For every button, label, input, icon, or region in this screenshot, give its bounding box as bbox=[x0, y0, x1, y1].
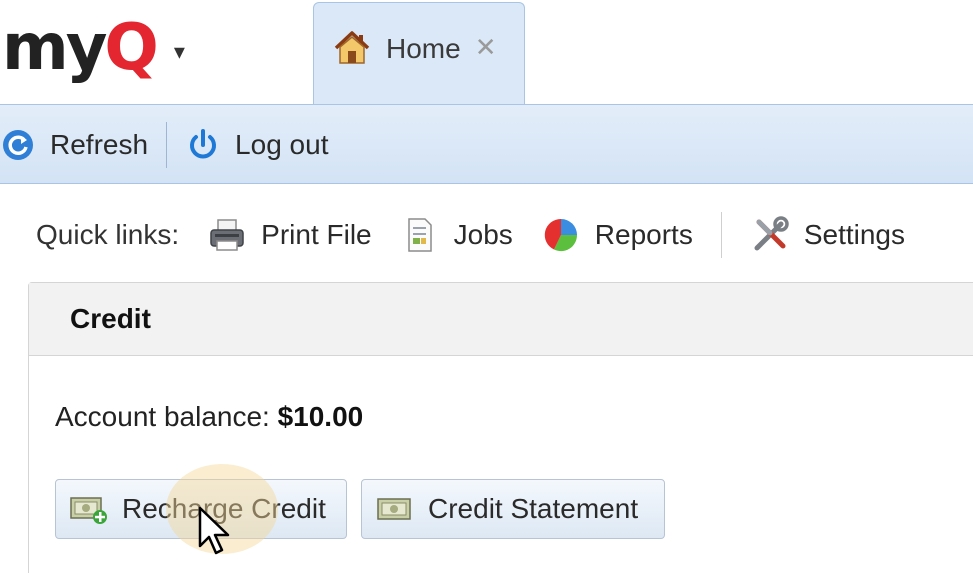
money-icon bbox=[377, 498, 411, 520]
credit-statement-button[interactable]: Credit Statement bbox=[361, 479, 665, 539]
document-icon bbox=[407, 218, 432, 252]
refresh-button[interactable]: Refresh bbox=[0, 123, 148, 167]
money-add-icon bbox=[70, 497, 107, 524]
tools-icon bbox=[754, 216, 789, 251]
refresh-icon bbox=[3, 130, 33, 160]
recharge-credit-button[interactable]: Recharge Credit bbox=[55, 464, 347, 554]
logout-label: Log out bbox=[235, 129, 329, 160]
toolbar: Refresh Log out bbox=[0, 104, 973, 184]
myq-web-interface: myQ ▾ Home ✕ Refresh Log out Quick links… bbox=[0, 0, 973, 573]
logo-my: my bbox=[2, 11, 107, 85]
myq-logo-menu[interactable]: myQ ▾ bbox=[2, 8, 185, 88]
top-bar: myQ ▾ Home ✕ bbox=[0, 0, 973, 104]
toolbar-buttons: Refresh Log out bbox=[0, 122, 328, 168]
tab-home[interactable]: Home ✕ bbox=[313, 2, 525, 104]
recharge-credit-label: Recharge Credit bbox=[122, 493, 326, 524]
logout-button[interactable]: Log out bbox=[185, 123, 328, 167]
pie-chart-icon bbox=[544, 218, 577, 252]
credit-statement-label: Credit Statement bbox=[428, 493, 639, 524]
quick-links-divider bbox=[720, 212, 722, 258]
quick-links-label: Quick links: bbox=[36, 219, 180, 250]
quick-link-jobs[interactable]: Jobs bbox=[400, 215, 513, 255]
quick-link-print-file-label: Print File bbox=[261, 219, 372, 250]
quick-link-print-file[interactable]: Print File bbox=[207, 215, 372, 255]
power-icon bbox=[190, 129, 216, 159]
credit-panel-title: Credit bbox=[70, 303, 151, 334]
credit-panel-header: Credit bbox=[29, 283, 973, 356]
account-balance: Account balance: $10.00 bbox=[55, 401, 363, 433]
account-balance-value: $10.00 bbox=[277, 401, 364, 432]
quick-link-settings[interactable]: Settings bbox=[750, 215, 905, 255]
caret-down-icon: ▾ bbox=[173, 39, 185, 65]
quick-link-reports[interactable]: Reports bbox=[541, 215, 693, 255]
credit-actions: Recharge Credit Credit Statement bbox=[55, 464, 665, 554]
logo-q: Q bbox=[104, 11, 158, 85]
quick-link-reports-label: Reports bbox=[594, 219, 693, 250]
toolbar-divider bbox=[166, 122, 168, 168]
logo-text: myQ bbox=[2, 16, 159, 80]
tab-home-label: Home bbox=[386, 32, 461, 64]
house-icon bbox=[334, 30, 370, 64]
credit-panel: Credit Account balance: $10.00 Recharge … bbox=[28, 282, 973, 573]
refresh-label: Refresh bbox=[50, 129, 149, 160]
quick-links-bar: Quick links: Print File Jobs Reports Set… bbox=[36, 210, 905, 260]
quick-link-jobs-label: Jobs bbox=[453, 219, 513, 250]
account-balance-label: Account balance: bbox=[55, 401, 270, 432]
printer-icon bbox=[210, 219, 244, 251]
quick-link-settings-label: Settings bbox=[803, 219, 905, 250]
close-icon[interactable]: ✕ bbox=[475, 33, 497, 63]
